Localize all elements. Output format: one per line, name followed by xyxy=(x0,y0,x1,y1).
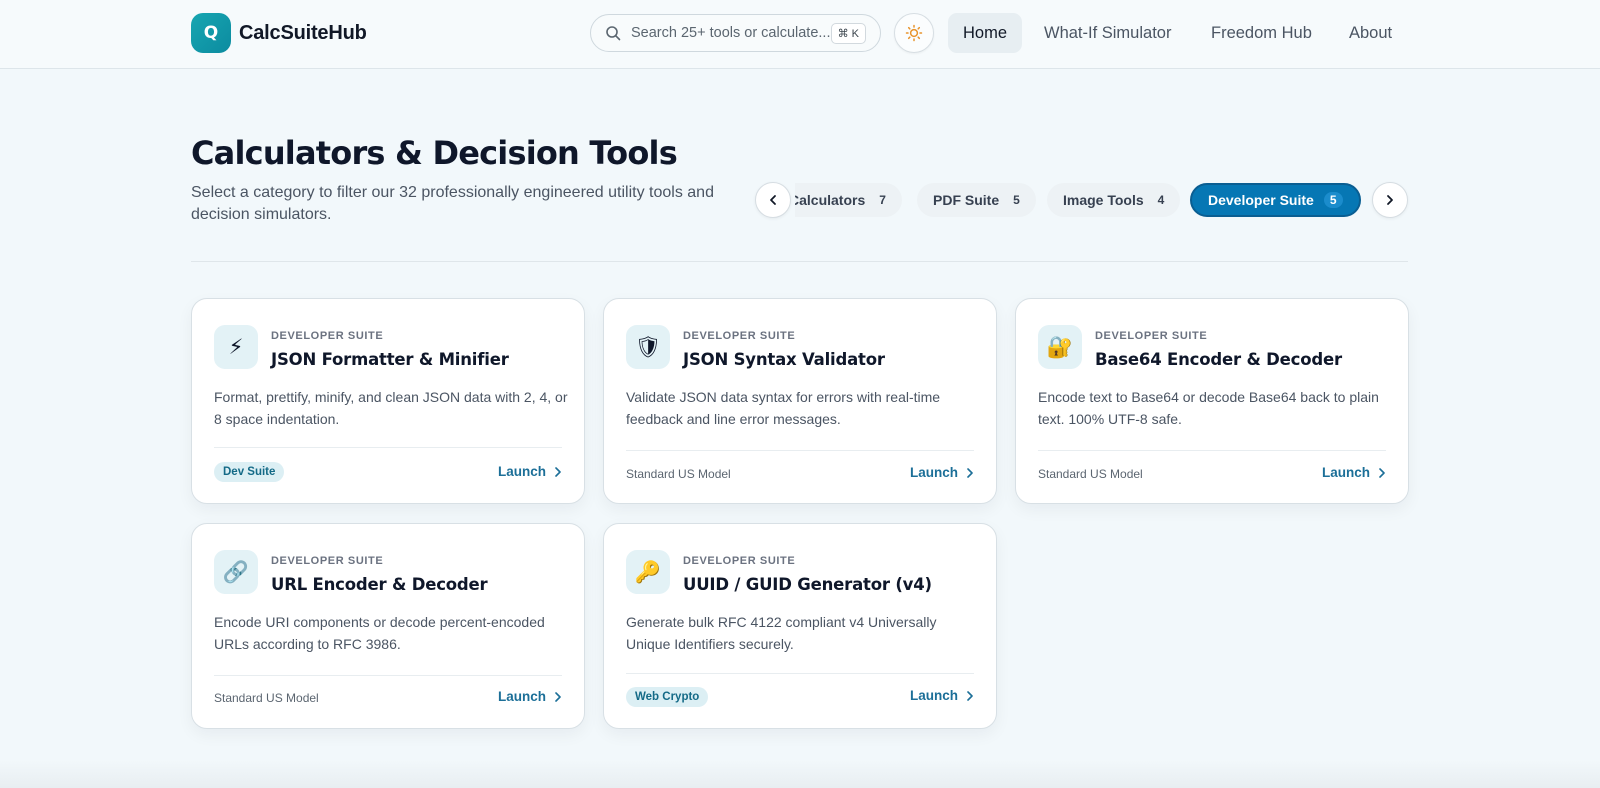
launch-label: Launch xyxy=(909,688,958,703)
key-icon: 🔑 xyxy=(626,550,670,594)
card-divider xyxy=(626,450,974,451)
card-description: Encode URI components or decode percent-… xyxy=(214,614,545,652)
chip-label: Developer Suite xyxy=(1208,192,1314,208)
page-title: Calculators & Decision Tools xyxy=(191,134,678,172)
chip-count: 5 xyxy=(1323,192,1343,208)
category-chip-developer-suite[interactable]: Developer Suite 5 xyxy=(1190,183,1361,217)
chevron-right-icon xyxy=(555,466,561,477)
card-title: JSON Formatter & Minifier xyxy=(271,350,509,369)
chevron-right-icon xyxy=(555,691,561,702)
card-divider xyxy=(1038,450,1386,451)
lock-icon: 🔐 xyxy=(1038,325,1082,369)
card-divider xyxy=(214,447,562,448)
chip-label: PDF Suite xyxy=(933,192,1000,208)
card-description: Encode text to Base64 or decode Base64 b… xyxy=(1038,389,1379,427)
launch-button[interactable]: Launch xyxy=(1322,465,1386,480)
top-header: Q CalcSuiteHub Search 25+ tools or calcu… xyxy=(0,0,1600,69)
search-icon xyxy=(606,26,621,41)
tool-card-base64[interactable]: 🔐 DEVELOPER SUITE Base64 Encoder & Decod… xyxy=(1015,298,1409,504)
chip-label: Calculators xyxy=(795,192,866,208)
chip-count: 4 xyxy=(1157,193,1165,207)
category-scroll-left-button[interactable] xyxy=(755,182,791,218)
brand-name: CalcSuiteHub xyxy=(239,21,367,44)
brand-logo[interactable]: Q CalcSuiteHub xyxy=(191,13,367,53)
link-icon: 🔗 xyxy=(214,550,258,594)
launch-label: Launch xyxy=(1321,465,1370,480)
search-shortcut-badge: ⌘ K xyxy=(830,23,866,44)
lightning-icon: ⚡ xyxy=(214,325,258,369)
card-description: Validate JSON data syntax for errors wit… xyxy=(626,389,941,427)
card-description: Generate bulk RFC 4122 compliant v4 Univ… xyxy=(626,614,937,652)
nav-freedom-hub[interactable]: Freedom Hub xyxy=(1211,13,1312,53)
tool-card-json-validator[interactable]: 🛡 DEVELOPER SUITE JSON Syntax Validator … xyxy=(603,298,997,504)
launch-label: Launch xyxy=(909,465,958,480)
sun-icon xyxy=(905,24,923,42)
card-footer-text: Standard US Model xyxy=(1038,467,1143,481)
launch-button[interactable]: Launch xyxy=(910,688,974,703)
card-description: Format, prettify, minify, and clean JSON… xyxy=(214,389,568,427)
launch-label: Launch xyxy=(497,464,546,479)
nav-about[interactable]: About xyxy=(1349,13,1392,53)
card-divider xyxy=(626,673,974,674)
chevron-right-icon xyxy=(1379,467,1385,478)
card-category: DEVELOPER SUITE xyxy=(271,555,384,567)
chip-count: 5 xyxy=(1013,193,1020,207)
tool-card-uuid-generator[interactable]: 🔑 DEVELOPER SUITE UUID / GUID Generator … xyxy=(603,523,997,729)
chip-count: 7 xyxy=(879,193,886,207)
chevron-right-icon xyxy=(1387,195,1393,205)
tool-card-json-formatter[interactable]: ⚡ DEVELOPER SUITE JSON Formatter & Minif… xyxy=(191,298,585,504)
theme-toggle-button[interactable] xyxy=(894,13,934,53)
card-category: DEVELOPER SUITE xyxy=(1095,330,1208,342)
search-input[interactable]: Search 25+ tools or calculate... xyxy=(631,25,831,41)
card-title: JSON Syntax Validator xyxy=(683,350,885,369)
card-category: DEVELOPER SUITE xyxy=(271,330,384,342)
chevron-right-icon xyxy=(967,690,973,701)
launch-label: Launch xyxy=(497,689,546,704)
launch-button[interactable]: Launch xyxy=(498,689,562,704)
category-chip-calculators[interactable]: Calculators 7 xyxy=(795,183,902,217)
category-chip-image-tools[interactable]: Image Tools 4 xyxy=(1047,183,1181,217)
search-box[interactable]: Search 25+ tools or calculate... ⌘ K xyxy=(590,14,881,52)
tool-card-url-encoder[interactable]: 🔗 DEVELOPER SUITE URL Encoder & Decoder … xyxy=(191,523,585,729)
chevron-right-icon xyxy=(967,467,973,478)
launch-button[interactable]: Launch xyxy=(910,465,974,480)
section-divider xyxy=(191,261,1408,262)
logo-badge: Q xyxy=(191,13,231,53)
page-subtitle: Select a category to filter our 32 profe… xyxy=(191,184,714,223)
card-title: UUID / GUID Generator (v4) xyxy=(683,575,932,594)
chip-label: Image Tools xyxy=(1063,192,1144,208)
category-scroll-right-button[interactable] xyxy=(1372,182,1408,218)
shield-icon: 🛡 xyxy=(626,325,670,369)
card-divider xyxy=(214,675,562,676)
card-category: DEVELOPER SUITE xyxy=(683,555,796,567)
page-bottom-fade xyxy=(0,760,1600,788)
category-chip-pdf-suite[interactable]: PDF Suite 5 xyxy=(917,183,1036,217)
category-chip-list: Calculators 7 PDF Suite 5 Image Tools 4 … xyxy=(795,183,1368,217)
card-title: URL Encoder & Decoder xyxy=(271,575,488,594)
card-footer-text: Standard US Model xyxy=(626,467,731,481)
card-title: Base64 Encoder & Decoder xyxy=(1095,350,1342,369)
nav-home[interactable]: Home xyxy=(948,13,1023,53)
card-tag: Web Crypto xyxy=(626,687,709,707)
launch-button[interactable]: Launch xyxy=(498,464,562,479)
card-footer-text: Standard US Model xyxy=(214,691,319,705)
card-tag: Dev Suite xyxy=(214,462,285,482)
nav-what-if-simulator[interactable]: What-If Simulator xyxy=(1044,13,1171,53)
card-category: DEVELOPER SUITE xyxy=(683,330,796,342)
chevron-left-icon xyxy=(770,195,776,205)
category-filter: Calculators 7 PDF Suite 5 Image Tools 4 … xyxy=(755,182,1408,220)
